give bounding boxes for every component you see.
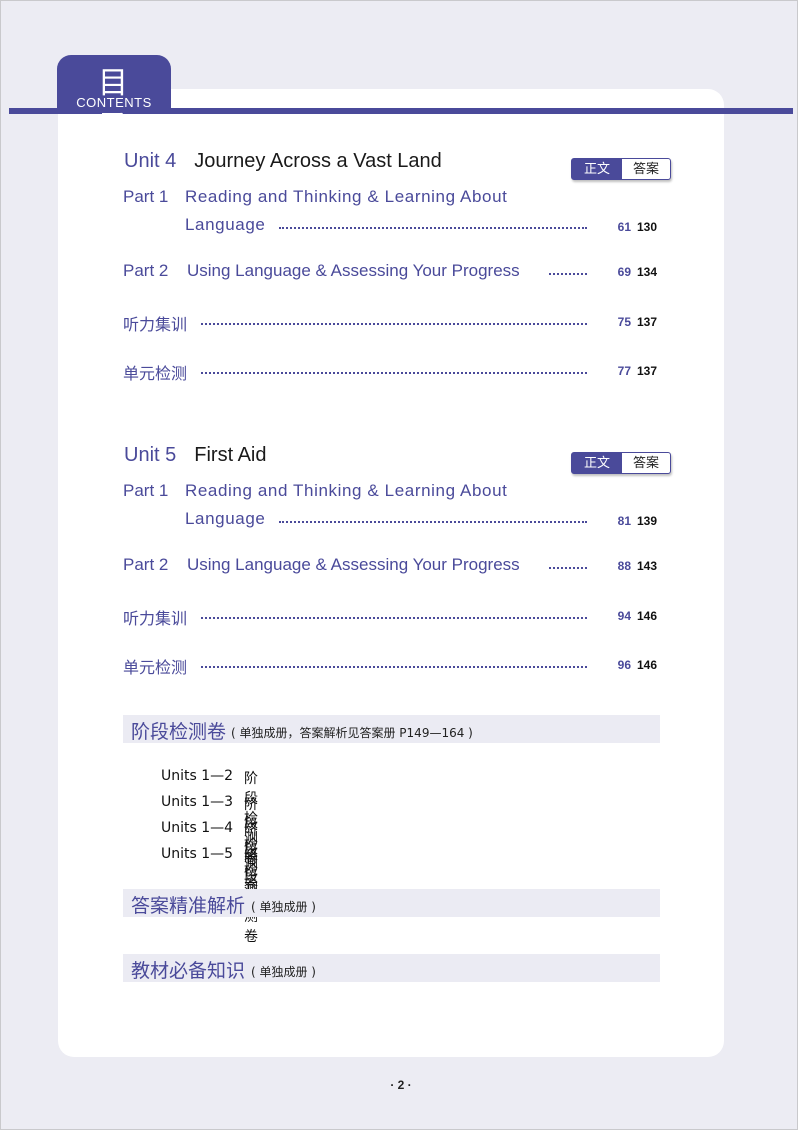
unit-heading: Unit 5 First Aid (124, 444, 267, 467)
badge-answer: 答案 (632, 455, 659, 470)
entry-text-line2: Language (185, 509, 266, 528)
toc-entry[interactable]: 听力集训 75 137 (123, 311, 663, 334)
section-note: ( 单独成册，答案解析见答案册 P149—164 ) (231, 726, 473, 740)
stage-units: Units 1—2 (161, 768, 234, 784)
entry-text-line1: Using Language & Assessing Your Progress (187, 555, 520, 574)
answer-page-number: 139 (636, 514, 657, 528)
leader-dots (201, 666, 587, 668)
answer-page-number: 137 (636, 364, 657, 378)
stage-test-item[interactable]: Units 1—2 阶段检测卷 (161, 768, 258, 867)
stage-test-item[interactable]: Units 1—5 阶段检测卷 (161, 846, 258, 945)
unit-title: Journey Across a Vast Land (194, 150, 442, 172)
answer-page-number: 137 (636, 315, 657, 329)
page-number: 96 (617, 658, 631, 672)
section-note: ( 单独成册 ) (251, 900, 316, 914)
entry-text-line1: Using Language & Assessing Your Progress (187, 261, 520, 280)
stage-units: Units 1—3 (161, 794, 234, 810)
entry-text-line1: Reading and Thinking & Learning About (185, 481, 508, 500)
page-number: 75 (617, 315, 631, 329)
leader-dots (201, 617, 587, 619)
page-number-footer: · 2 · (390, 1078, 412, 1092)
leader-dots (279, 227, 587, 229)
page-number: 81 (617, 514, 631, 528)
page-badge: 正文 答案 (571, 158, 671, 180)
toc-entry[interactable]: Part 1 Reading and Thinking & Learning A… (123, 187, 663, 237)
leader-dots (201, 372, 587, 374)
answer-page-number: 130 (636, 220, 657, 234)
entry-label: Part 1 (123, 187, 169, 206)
section-textbook-knowledge[interactable]: 教材必备知识 ( 单独成册 ) (123, 954, 660, 982)
stage-test-item[interactable]: Units 1—3 阶段检测卷 (161, 794, 258, 893)
entry-label: 单元检测 (123, 364, 188, 383)
entry-label: 听力集训 (123, 609, 188, 628)
page-number: 94 (617, 609, 631, 623)
entry-label: Part 2 (123, 261, 169, 280)
entry-text-line2: Language (185, 215, 266, 234)
toc-entry[interactable]: 单元检测 96 146 (123, 654, 663, 677)
entry-label: Part 2 (123, 555, 169, 574)
page-number: 88 (617, 559, 631, 573)
badge-main: 正文 (572, 453, 622, 473)
toc-entry[interactable]: Part 2 Using Language & Assessing Your P… (123, 261, 663, 283)
page-number: 61 (617, 220, 631, 234)
toc-entry[interactable]: 单元检测 77 137 (123, 360, 663, 383)
entry-label: 听力集训 (123, 315, 188, 334)
unit-heading: Unit 4 Journey Across a Vast Land (124, 150, 442, 173)
section-answer-analysis[interactable]: 答案精准解析 ( 单独成册 ) (123, 889, 660, 917)
entry-label: 单元检测 (123, 658, 188, 677)
section-heading: 答案精准解析 (131, 895, 246, 917)
leader-dots (279, 521, 587, 523)
badge-main: 正文 (572, 159, 622, 179)
answer-page-number: 143 (636, 559, 657, 573)
section-note: ( 单独成册 ) (251, 965, 316, 979)
toc-entry[interactable]: 听力集训 94 146 (123, 605, 663, 628)
toc-entry[interactable]: Part 1 Reading and Thinking & Learning A… (123, 481, 663, 531)
answer-page-number: 134 (636, 265, 657, 279)
unit-number: Unit 4 (124, 150, 177, 172)
unit-title: First Aid (194, 444, 267, 466)
contents-title-en: CONTENTS (76, 95, 152, 110)
contents-tab: 目 录 CONTENTS (57, 55, 171, 145)
entry-text-line1: Reading and Thinking & Learning About (185, 187, 508, 206)
badge-answer: 答案 (632, 161, 659, 176)
answer-page-number: 146 (636, 658, 657, 672)
stage-test-item[interactable]: Units 1—4 阶段检测卷 (161, 820, 258, 919)
page-number: 77 (617, 364, 631, 378)
leader-dots (201, 323, 587, 325)
leader-dots (549, 567, 587, 569)
section-heading: 教材必备知识 (131, 960, 246, 982)
section-stage-tests[interactable]: 阶段检测卷 ( 单独成册，答案解析见答案册 P149—164 ) (123, 715, 660, 743)
entry-label: Part 1 (123, 481, 169, 500)
page-frame: 目 录 CONTENTS Unit 4 Journey Across a Vast… (0, 0, 798, 1130)
section-heading: 阶段检测卷 (131, 721, 227, 743)
page-badge: 正文 答案 (571, 452, 671, 474)
unit-number: Unit 5 (124, 444, 177, 466)
stage-units: Units 1—4 (161, 820, 234, 836)
leader-dots (549, 273, 587, 275)
answer-page-number: 146 (636, 609, 657, 623)
toc-entry[interactable]: Part 2 Using Language & Assessing Your P… (123, 555, 663, 577)
stage-units: Units 1—5 (161, 846, 234, 862)
page-number: 69 (617, 265, 631, 279)
